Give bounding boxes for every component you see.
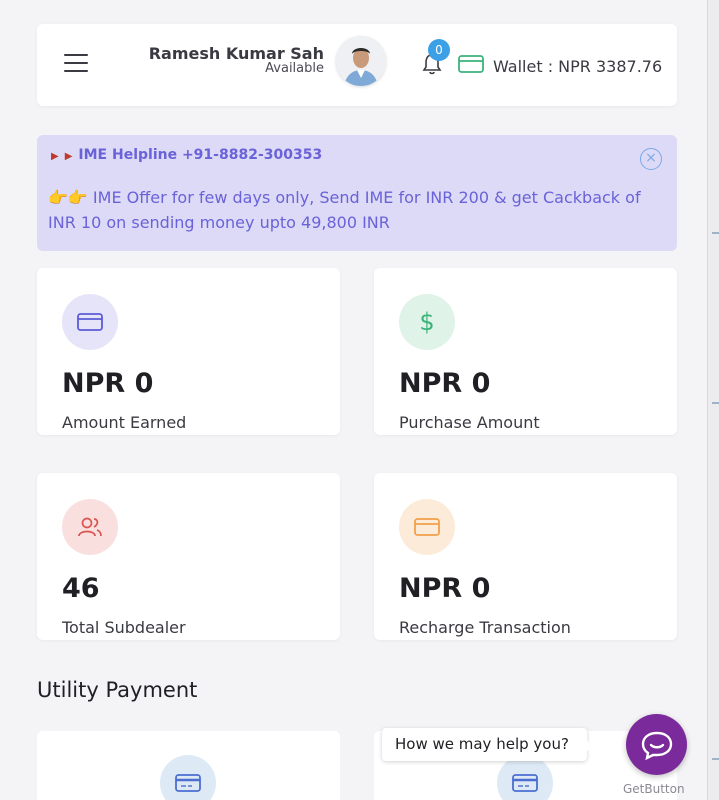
stat-label: Total Subdealer bbox=[62, 618, 186, 637]
helpline-row: ▶ ▶ IME Helpline +91-8882-300353 bbox=[51, 147, 322, 163]
wallet-balance[interactable]: Wallet : NPR 3387.76 bbox=[493, 57, 662, 76]
chat-button[interactable] bbox=[626, 714, 687, 775]
stat-label: Purchase Amount bbox=[399, 413, 540, 432]
section-title-utility-payment: Utility Payment bbox=[37, 678, 198, 702]
stat-value: NPR 0 bbox=[62, 368, 154, 399]
nepal-flag-icon: ▶ bbox=[64, 151, 73, 162]
notification-count-badge: 0 bbox=[428, 39, 450, 61]
stat-card-purchase-amount[interactable]: $ NPR 0 Purchase Amount bbox=[374, 268, 677, 435]
offer-message: 👉👉 IME Offer for few days only, Send IME… bbox=[48, 188, 641, 232]
stat-value: NPR 0 bbox=[399, 368, 491, 399]
stat-card-total-subdealer[interactable]: 46 Total Subdealer bbox=[37, 473, 340, 640]
card-icon bbox=[62, 294, 118, 350]
card-icon bbox=[399, 499, 455, 555]
chat-bubble-icon bbox=[641, 731, 672, 760]
window-edge bbox=[707, 0, 719, 800]
payment-card-icon bbox=[497, 755, 553, 800]
stat-value: NPR 0 bbox=[399, 573, 491, 604]
getbutton-credit[interactable]: GetButton bbox=[623, 782, 685, 796]
avatar[interactable] bbox=[336, 36, 386, 86]
chat-prompt-bubble[interactable]: How we may help you? bbox=[382, 728, 593, 761]
users-icon bbox=[62, 499, 118, 555]
stat-card-amount-earned[interactable]: NPR 0 Amount Earned bbox=[37, 268, 340, 435]
user-status: Available bbox=[265, 61, 324, 76]
payment-card-icon bbox=[160, 755, 216, 800]
helpline-text: IME Helpline +91-8882-300353 bbox=[78, 147, 323, 163]
stat-value: 46 bbox=[62, 573, 100, 604]
menu-icon[interactable] bbox=[64, 54, 90, 74]
offer-notice: ▶ ▶ IME Helpline +91-8882-300353 × 👉👉 IME … bbox=[37, 135, 677, 251]
top-bar: Ramesh Kumar Sah Available 0 Wallet : NP… bbox=[37, 24, 677, 106]
utility-card[interactable] bbox=[37, 731, 340, 800]
close-icon[interactable]: × bbox=[640, 148, 662, 170]
nepal-flag-icon: ▶ bbox=[51, 151, 59, 162]
stat-label: Amount Earned bbox=[62, 413, 187, 432]
stat-card-recharge-transaction[interactable]: NPR 0 Recharge Transaction bbox=[374, 473, 677, 640]
wallet-card-icon bbox=[458, 54, 484, 74]
stat-label: Recharge Transaction bbox=[399, 618, 571, 637]
dollar-icon: $ bbox=[399, 294, 455, 350]
